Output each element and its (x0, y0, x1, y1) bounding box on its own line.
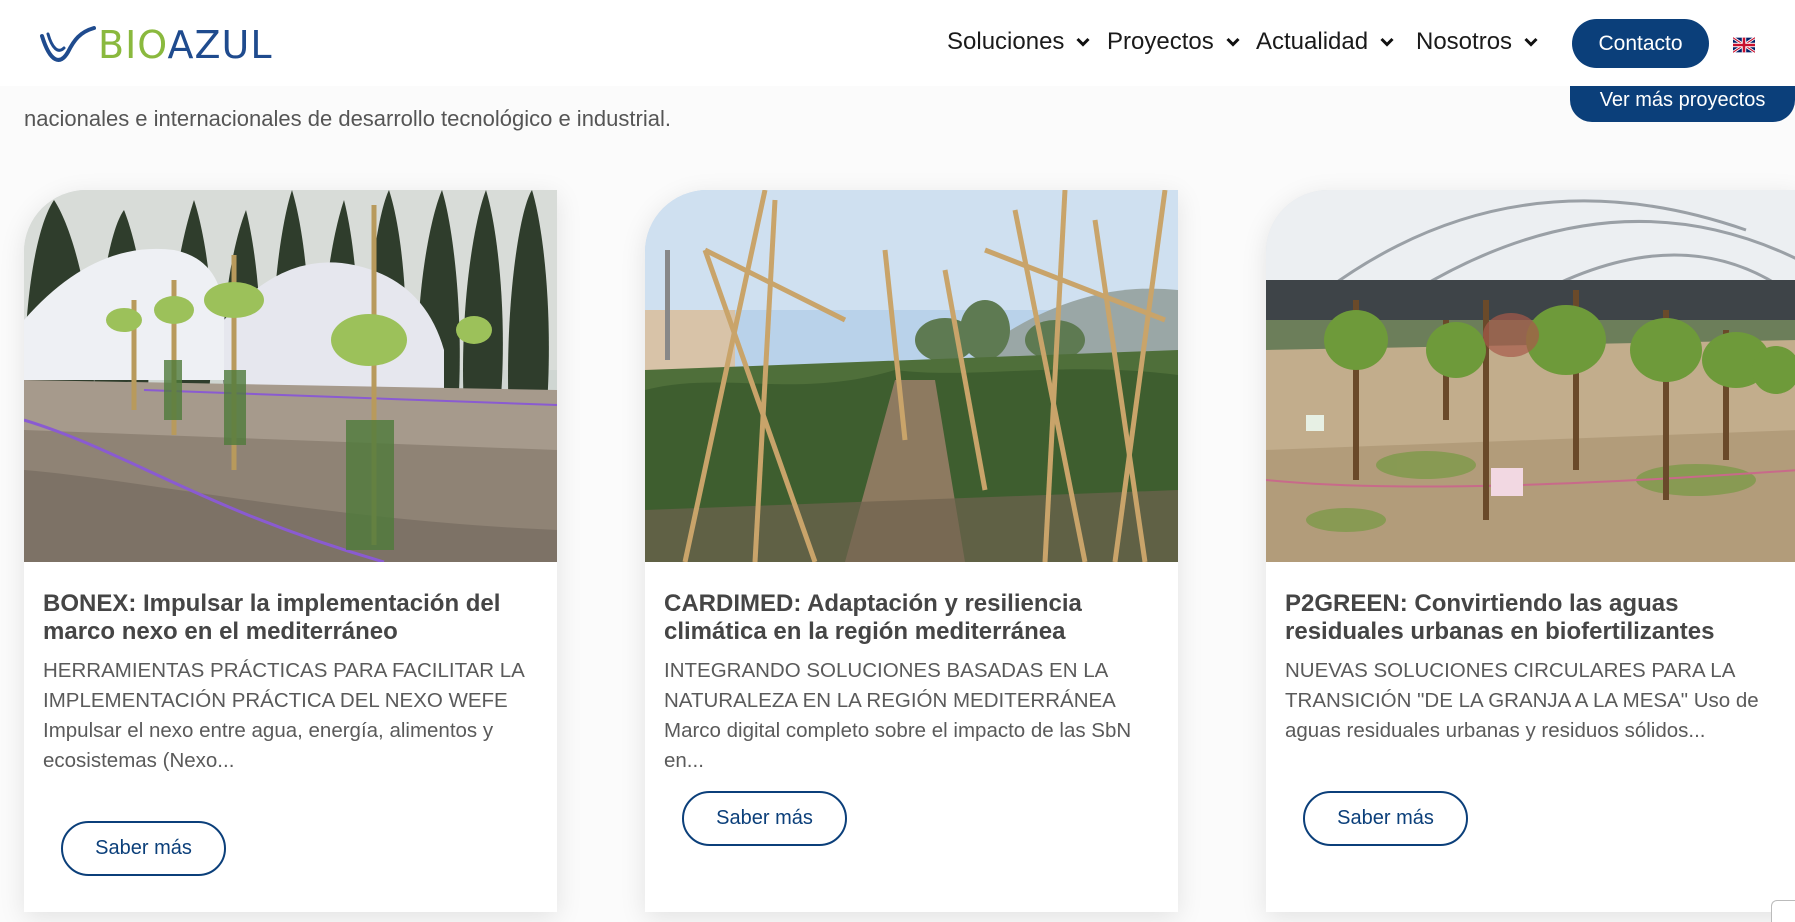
uk-flag-icon[interactable] (1733, 37, 1755, 53)
avocado-field-image (24, 190, 557, 562)
chevron-down-icon (1524, 37, 1538, 47)
logo-text-bio: BIO (98, 23, 168, 67)
saber-mas-button[interactable]: Saber más (682, 791, 847, 846)
saber-mas-button[interactable]: Saber más (1303, 791, 1468, 846)
greenhouse-plants-image (1266, 190, 1795, 562)
chevron-down-icon (1076, 37, 1090, 47)
more-projects-button[interactable]: Ver más proyectos (1570, 80, 1795, 122)
card-title: P2GREEN: Convirtiendo las aguas residual… (1285, 590, 1715, 645)
card-title: BONEX: Impulsar la implementación del ma… (43, 590, 501, 645)
project-card-p2green: P2GREEN: Convirtiendo las aguas residual… (1266, 190, 1795, 912)
card-excerpt: INTEGRANDO SOLUCIONES BASADAS EN LA NATU… (664, 659, 1132, 772)
card-excerpt: HERRAMIENTAS PRÁCTICAS PARA FACILITAR LA… (43, 659, 524, 772)
nav-label: Nosotros (1416, 28, 1513, 55)
nav-label: Soluciones (947, 28, 1065, 55)
nav-item-soluciones[interactable]: Soluciones (947, 28, 1090, 56)
logo-text-azul: AZUL (167, 23, 273, 67)
tomato-garden-image (645, 190, 1178, 562)
chevron-down-icon (1380, 37, 1394, 47)
nav-item-actualidad[interactable]: Actualidad (1256, 28, 1394, 56)
card-title: CARDIMED: Adaptación y resiliencia climá… (664, 590, 1082, 645)
wave-logo-icon (40, 26, 96, 62)
nav-item-proyectos[interactable]: Proyectos (1107, 28, 1240, 56)
card-excerpt: NUEVAS SOLUCIONES CIRCULARES PARA LA TRA… (1285, 659, 1759, 742)
nav-label: Actualidad (1256, 28, 1369, 55)
nav-label: Proyectos (1107, 28, 1214, 55)
intro-text: nacionales e internacionales de desarrol… (24, 106, 671, 131)
page-corner (1771, 900, 1795, 922)
site-header: BIOAZUL Soluciones Proyectos Actualidad … (0, 0, 1795, 86)
nav-item-nosotros[interactable]: Nosotros (1416, 28, 1538, 56)
contact-button[interactable]: Contacto (1572, 19, 1709, 68)
saber-mas-button[interactable]: Saber más (61, 821, 226, 876)
chevron-down-icon (1226, 37, 1240, 47)
project-card-bonex: BONEX: Impulsar la implementación del ma… (24, 190, 557, 912)
project-card-cardimed: CARDIMED: Adaptación y resiliencia climá… (645, 190, 1178, 912)
bioazul-logo[interactable]: BIOAZUL (38, 20, 273, 70)
